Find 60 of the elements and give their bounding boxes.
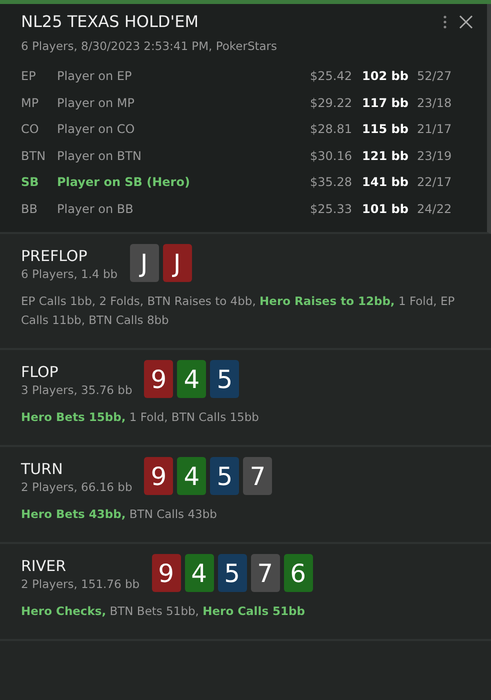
playing-card: 7 [243,457,272,495]
street-name: RIVER [21,557,68,575]
playing-card: 7 [250,554,280,592]
playing-card: 9 [144,457,174,495]
player-name: Player on BTN [57,148,142,163]
player-position: MP [21,96,40,110]
player-position: CO [21,122,40,136]
playing-card: 4 [177,360,206,398]
player-position: BB [21,202,38,216]
playing-card: 4 [177,457,206,495]
more-options-icon[interactable] [443,14,447,28]
playing-card: J [162,244,192,282]
street-actions: Hero Checks, BTN Bets 51bb, Hero Calls 51bb [21,603,306,620]
player-stack: $30.16 [310,148,353,163]
hand-title: NL25 TEXAS HOLD'EM [21,12,199,31]
street-actions: Hero Bets 15bb, 1 Fold, BTN Calls 15bb [21,409,260,426]
player-stack-bb: 101 bb [362,202,410,216]
street-actions: EP Calls 1bb, 2 Folds, BTN Raises to 4bb, Hero Raises to 12bb, 1 Fold, EP Calls 11bb, BTN Calls 8bb [21,293,456,329]
player-stack: $28.81 [310,122,353,136]
player-stats: 22/17 [417,175,453,190]
playing-card: 5 [218,554,247,592]
street-actions: Hero Bets 43bb, BTN Calls 43bb [21,506,218,523]
player-stack-bb: 117 bb [362,96,410,110]
street-info: 2 Players, 66.16 bb [21,480,132,494]
hand-subtitle: 6 Players, 8/30/2023 2:53:41 PM, PokerStars [21,39,278,53]
player-stats: 24/22 [417,202,453,216]
player-name: Player on CO [57,122,136,136]
player-name: Player on MP [57,96,136,110]
close-icon[interactable] [459,14,473,28]
player-stack-bb: 141 bb [362,175,410,190]
player-stats: 21/17 [417,122,453,136]
playing-card: 4 [184,554,214,592]
playing-card: 9 [152,554,181,592]
player-position: SB [21,175,40,190]
player-stack: $25.33 [310,202,353,216]
player-name: Player on EP [57,69,133,84]
player-stats: 52/27 [417,69,453,84]
player-stack: $25.42 [310,69,353,84]
street-name: PREFLOP [21,247,88,265]
player-stack-bb: 102 bb [362,69,410,84]
player-stack: $29.22 [310,96,353,110]
player-stats: 23/18 [417,96,453,110]
player-stack: $35.28 [310,175,353,190]
player-name: Player on SB (Hero) [57,175,191,190]
player-name: Player on BB [57,202,134,216]
playing-card: 5 [210,457,240,495]
street-info: 3 Players, 35.76 bb [21,383,132,397]
playing-card: 9 [144,360,174,398]
player-stack-bb: 115 bb [362,122,410,136]
street-name: TURN [21,460,64,478]
playing-card: J [130,244,159,282]
player-stats: 23/19 [417,148,453,163]
street-info: 6 Players, 1.4 bb [21,267,118,281]
playing-card: 5 [210,360,240,398]
player-stack-bb: 121 bb [362,148,410,163]
playing-card: 6 [284,554,313,592]
player-position: BTN [21,148,47,163]
street-name: FLOP [21,363,60,381]
street-info: 2 Players, 151.76 bb [21,577,140,591]
player-position: EP [21,69,37,84]
